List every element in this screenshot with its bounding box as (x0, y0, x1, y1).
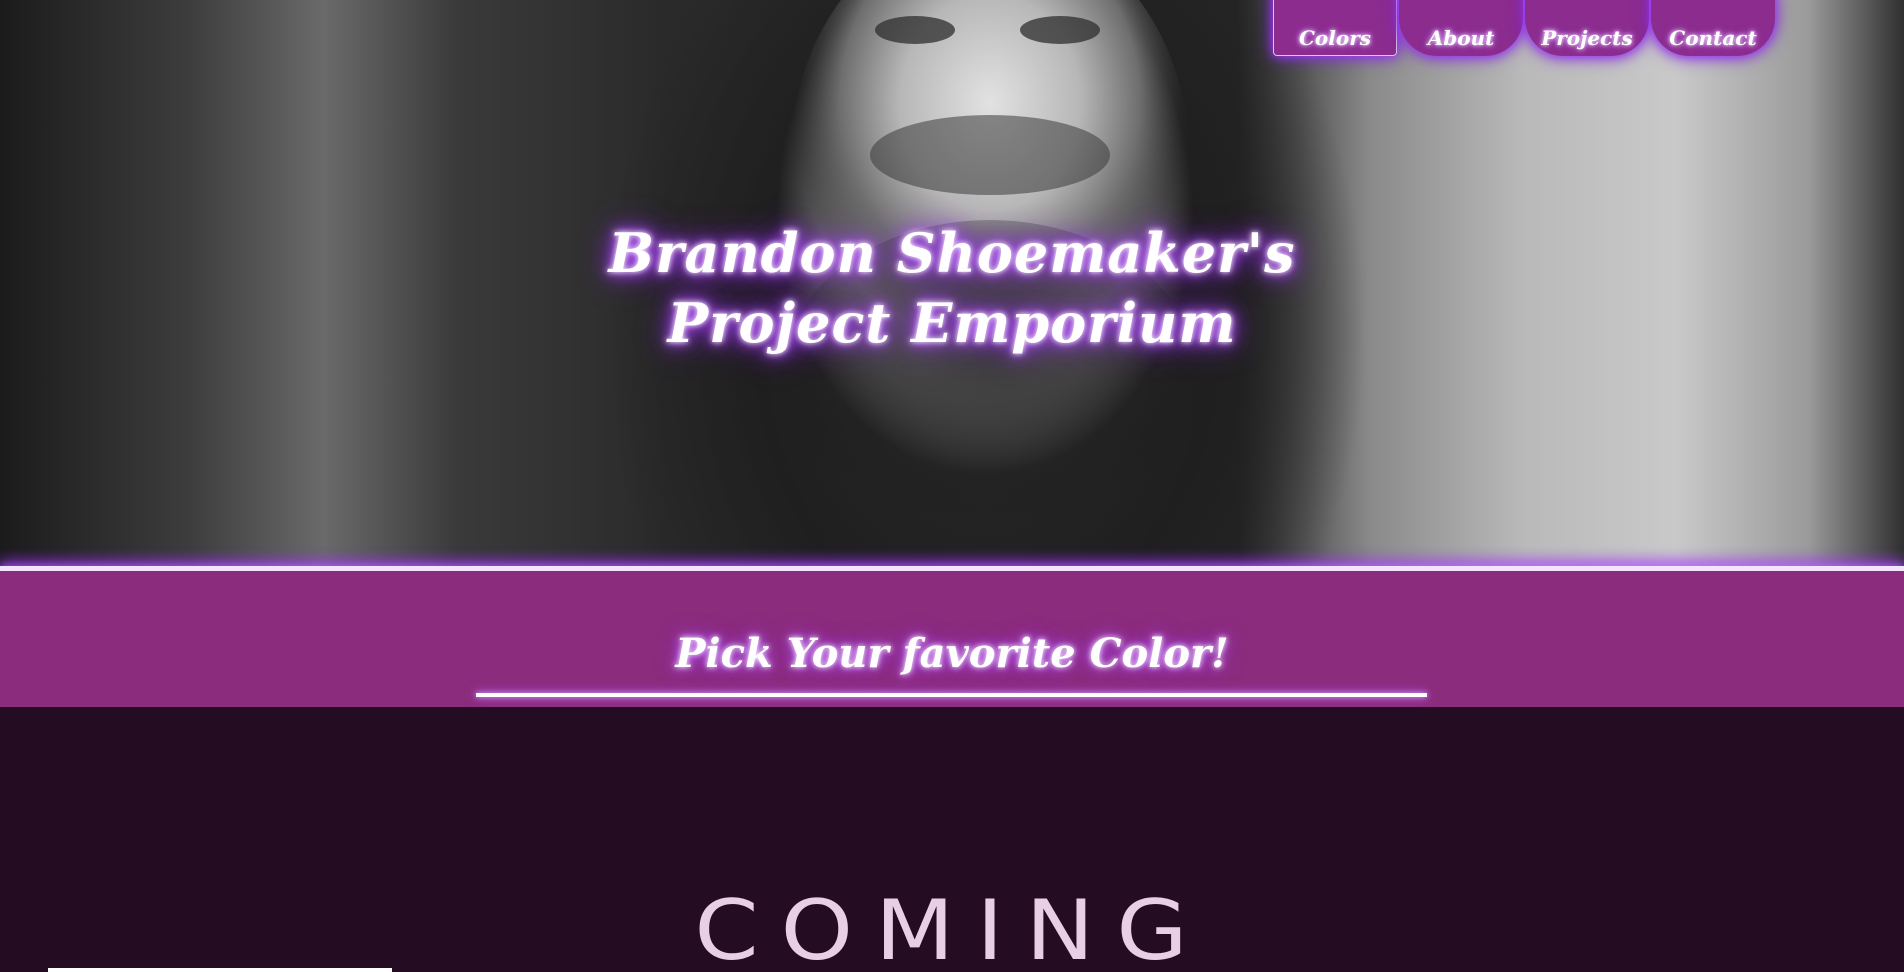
page: Brandon Shoemaker's Project Emporium Col… (0, 0, 1904, 972)
nav-about[interactable]: About (1399, 0, 1523, 56)
site-title-line1: Brandon Shoemaker's (608, 221, 1296, 285)
coming-soon-text: COMING (694, 882, 1210, 972)
nav-colors[interactable]: Colors (1273, 0, 1397, 56)
site-title: Brandon Shoemaker's Project Emporium (0, 218, 1904, 358)
content-section: COMING (0, 707, 1904, 972)
horizontal-scrollbar[interactable] (48, 968, 392, 972)
main-nav: Colors About Projects Contact (1273, 0, 1777, 56)
heading-underline (476, 693, 1427, 697)
nav-projects[interactable]: Projects (1525, 0, 1649, 56)
colors-banner: Pick Your favorite Color! (0, 571, 1904, 707)
nav-contact[interactable]: Contact (1651, 0, 1775, 56)
site-title-line2: Project Emporium (667, 291, 1237, 355)
hero-section: Brandon Shoemaker's Project Emporium Col… (0, 0, 1904, 566)
colors-heading: Pick Your favorite Color! (675, 630, 1229, 677)
